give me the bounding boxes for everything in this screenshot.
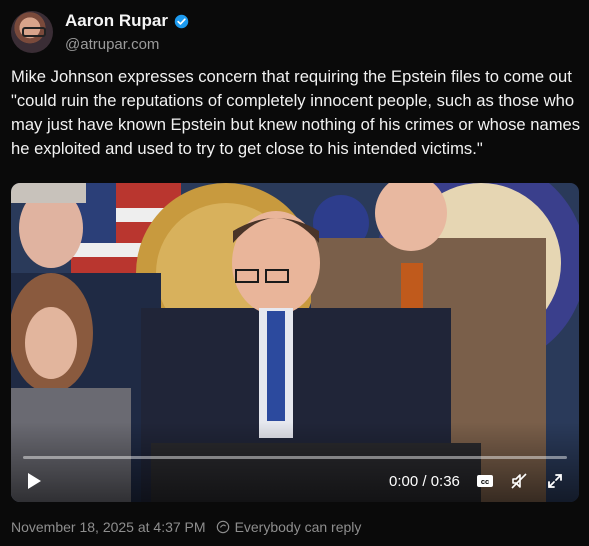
captions-button[interactable]: cc <box>476 470 494 492</box>
post-footer: November 18, 2025 at 4:37 PM Everybody c… <box>11 519 361 535</box>
video-player[interactable]: 0:00 / 0:36 cc <box>11 183 579 502</box>
mute-button[interactable] <box>510 470 528 492</box>
author-name-row: Aaron Rupar <box>65 11 189 31</box>
fullscreen-button[interactable] <box>546 470 564 492</box>
avatar[interactable] <box>11 11 53 53</box>
play-button[interactable] <box>25 470 43 492</box>
video-time: 0:00 / 0:36 <box>389 473 460 490</box>
captions-icon: cc <box>477 475 493 487</box>
progress-bar[interactable] <box>23 456 567 459</box>
mute-icon <box>511 473 527 489</box>
verified-badge-icon <box>174 14 189 28</box>
post-text: Mike Johnson expresses concern that requ… <box>11 67 581 158</box>
author-name[interactable]: Aaron Rupar <box>65 11 168 31</box>
reply-settings-icon <box>216 520 229 534</box>
reply-setting-label: Everybody can reply <box>234 519 362 535</box>
post-timestamp[interactable]: November 18, 2025 at 4:37 PM <box>11 519 206 535</box>
fullscreen-icon <box>548 474 562 488</box>
captions-label: cc <box>481 477 489 486</box>
play-icon <box>28 473 41 489</box>
author-handle[interactable]: @atrupar.com <box>65 36 159 53</box>
